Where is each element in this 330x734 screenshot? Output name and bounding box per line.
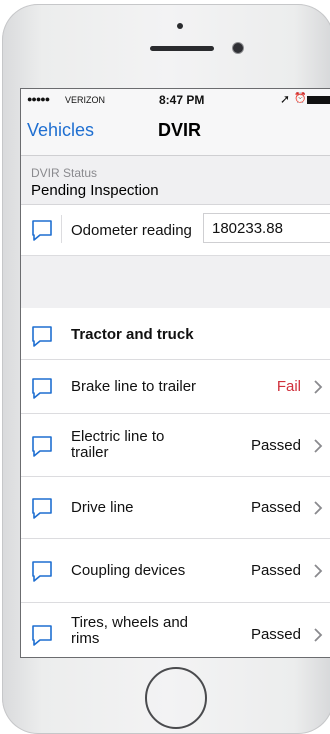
row-divider: [61, 215, 62, 243]
signal-strength: ●●●●●: [27, 94, 50, 104]
chevron-right-icon: [314, 380, 323, 394]
chevron-right-icon: [314, 628, 323, 642]
status-badge: Fail: [276, 378, 301, 395]
item-label: Coupling devices: [71, 562, 186, 579]
item-label: Brake line to trailer: [71, 378, 197, 395]
item-label: Drive line: [71, 499, 134, 516]
comment-icon[interactable]: [30, 496, 54, 520]
inspection-item-coupling-devices[interactable]: Coupling devices Passed: [21, 539, 330, 603]
alarm-icon: ⏰: [294, 93, 307, 104]
home-button[interactable]: [145, 667, 207, 729]
navigation-bar: Vehicles DVIR: [21, 111, 330, 156]
item-label: Electric line to: [71, 428, 165, 445]
front-camera: [233, 43, 243, 53]
app-screen: ●●●●● VERIZON 8:47 PM ➚ ⏰ Vehicles DVIR …: [20, 88, 330, 658]
status-badge: Passed: [250, 499, 301, 516]
section-header-tractor: Tractor and truck: [21, 308, 330, 360]
status-time: 8:47 PM: [159, 93, 205, 107]
carrier-name: VERIZON: [65, 95, 106, 105]
section-spacer: [21, 256, 330, 308]
battery-icon: [307, 96, 330, 104]
status-badge: Passed: [250, 437, 301, 454]
comment-icon[interactable]: [30, 376, 54, 400]
status-badge: Passed: [250, 626, 301, 643]
odometer-label: Odometer reading: [71, 222, 192, 239]
status-badge: Passed: [250, 562, 301, 579]
comment-icon[interactable]: [30, 218, 54, 242]
earpiece-speaker: [150, 46, 214, 51]
dvir-status-label: DVIR Status: [31, 166, 98, 180]
phone-frame: ●●●●● VERIZON 8:47 PM ➚ ⏰ Vehicles DVIR …: [2, 4, 330, 734]
inspection-item-electric-line[interactable]: Electric line to trailer Passed: [21, 414, 330, 477]
location-arrow-icon: ➚: [280, 92, 291, 106]
chevron-right-icon: [314, 501, 323, 515]
status-bar: ●●●●● VERIZON 8:47 PM ➚ ⏰: [21, 89, 330, 111]
inspection-item-brake-line[interactable]: Brake line to trailer Fail: [21, 360, 330, 414]
item-label-line2: trailer: [71, 444, 109, 461]
comment-icon[interactable]: [30, 559, 54, 583]
chevron-right-icon: [314, 439, 323, 453]
back-button-vehicles[interactable]: Vehicles: [27, 120, 94, 141]
chevron-right-icon: [314, 564, 323, 578]
dvir-status-section: DVIR Status Pending Inspection: [21, 156, 330, 205]
comment-icon[interactable]: [30, 324, 54, 348]
comment-icon[interactable]: [30, 434, 54, 458]
dvir-status-value: Pending Inspection: [31, 182, 159, 199]
page-title: DVIR: [158, 120, 202, 140]
item-label: Tires, wheels and: [71, 614, 188, 631]
item-label-line2: rims: [71, 630, 100, 647]
proximity-sensor: [177, 23, 183, 29]
comment-icon[interactable]: [30, 623, 54, 647]
inspection-item-tires-wheels-rims[interactable]: Tires, wheels and rims Passed: [21, 603, 330, 657]
odometer-input[interactable]: 180233.88: [203, 213, 330, 243]
odometer-row: Odometer reading 180233.88: [21, 205, 330, 256]
inspection-item-drive-line[interactable]: Drive line Passed: [21, 477, 330, 539]
section-title: Tractor and truck: [71, 326, 194, 343]
